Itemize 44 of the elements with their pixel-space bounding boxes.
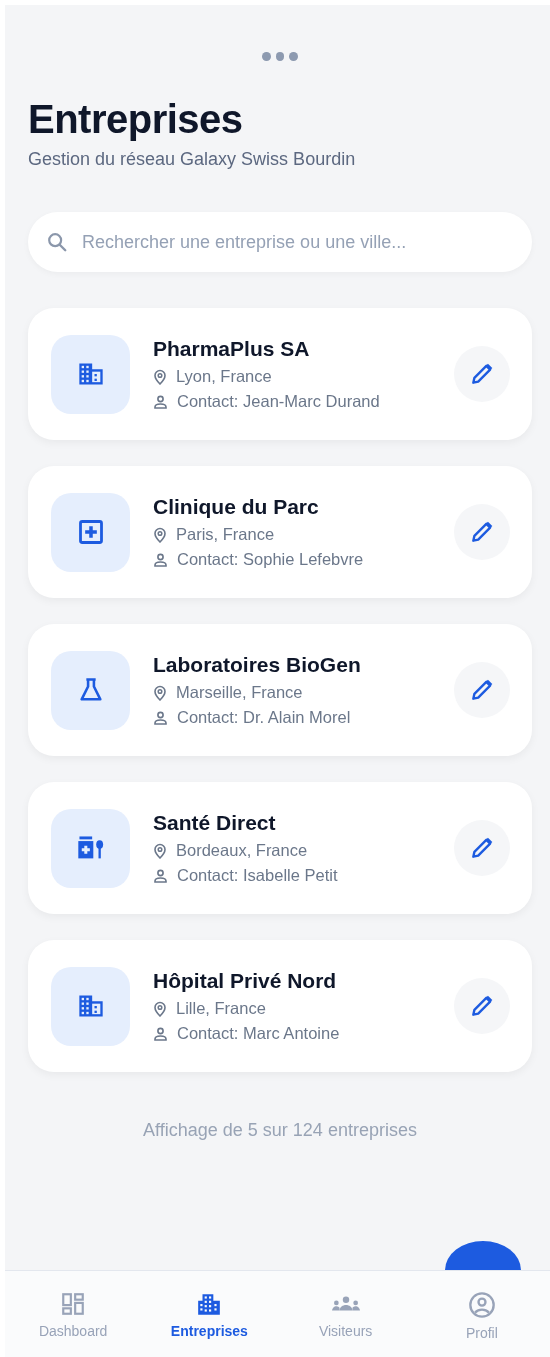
person-icon	[153, 1026, 168, 1041]
company-contact: Contact: Jean-Marc Durand	[177, 392, 380, 411]
company-contact: Contact: Sophie Lefebvre	[177, 550, 364, 569]
dashboard-icon	[60, 1291, 87, 1317]
person-icon	[153, 868, 168, 883]
company-card[interactable]: Clinique du Parc Paris, France Contact: Sophie Lefebvre	[28, 466, 532, 598]
building-icon	[196, 1291, 223, 1317]
company-location: Bordeaux, France	[176, 841, 308, 860]
pencil-icon	[469, 993, 495, 1019]
page-title: Entreprises	[28, 96, 244, 143]
company-name: Hôpital Privé Nord	[153, 969, 338, 993]
company-card[interactable]: PharmaPlus SA Lyon, France Contact: Jean-Marc Durand	[28, 308, 532, 440]
location-pin-icon	[153, 368, 167, 385]
location-pin-icon	[153, 842, 167, 859]
company-name: Laboratoires BioGen	[153, 653, 362, 677]
company-location: Marseille, France	[176, 683, 303, 702]
company-card[interactable]: Laboratoires BioGen Marseille, France Contact: Dr. Alain Morel	[28, 624, 532, 756]
results-count: Affichage de 5 sur 124 entreprises	[142, 1120, 418, 1141]
pencil-icon	[469, 361, 495, 387]
pencil-icon	[469, 677, 495, 703]
pencil-icon	[469, 835, 495, 861]
company-card[interactable]: Hôpital Privé Nord Lille, France Contact: Marc Antoine	[28, 940, 532, 1072]
person-icon	[153, 394, 168, 409]
company-name: PharmaPlus SA	[153, 337, 311, 361]
location-pin-icon	[153, 684, 167, 701]
location-pin-icon	[153, 1000, 167, 1017]
search-field[interactable]: Rechercher une entreprise ou une ville...	[28, 212, 532, 272]
company-location: Lyon, France	[176, 367, 272, 386]
location-pin-icon	[153, 526, 167, 543]
company-card[interactable]: Santé Direct Bordeaux, France Contact: Isabelle Petit	[28, 782, 532, 914]
person-icon	[153, 710, 168, 725]
page-subtitle: Gestion du réseau Galaxy Swiss Bourdin	[28, 149, 357, 170]
profile-icon	[467, 1291, 496, 1319]
person-icon	[153, 552, 168, 567]
company-location: Lille, France	[176, 999, 266, 1018]
company-location: Paris, France	[176, 525, 275, 544]
pencil-icon	[469, 519, 495, 545]
company-name: Clinique du Parc	[153, 495, 320, 519]
medical-cross-icon	[76, 518, 105, 546]
nav-tab[interactable]: Entreprises	[141, 1271, 278, 1357]
company-contact: Contact: Isabelle Petit	[177, 866, 338, 885]
company-contact: Contact: Marc Antoine	[177, 1024, 340, 1043]
company-contact: Contact: Dr. Alain Morel	[177, 708, 351, 727]
company-name: Santé Direct	[153, 811, 277, 835]
